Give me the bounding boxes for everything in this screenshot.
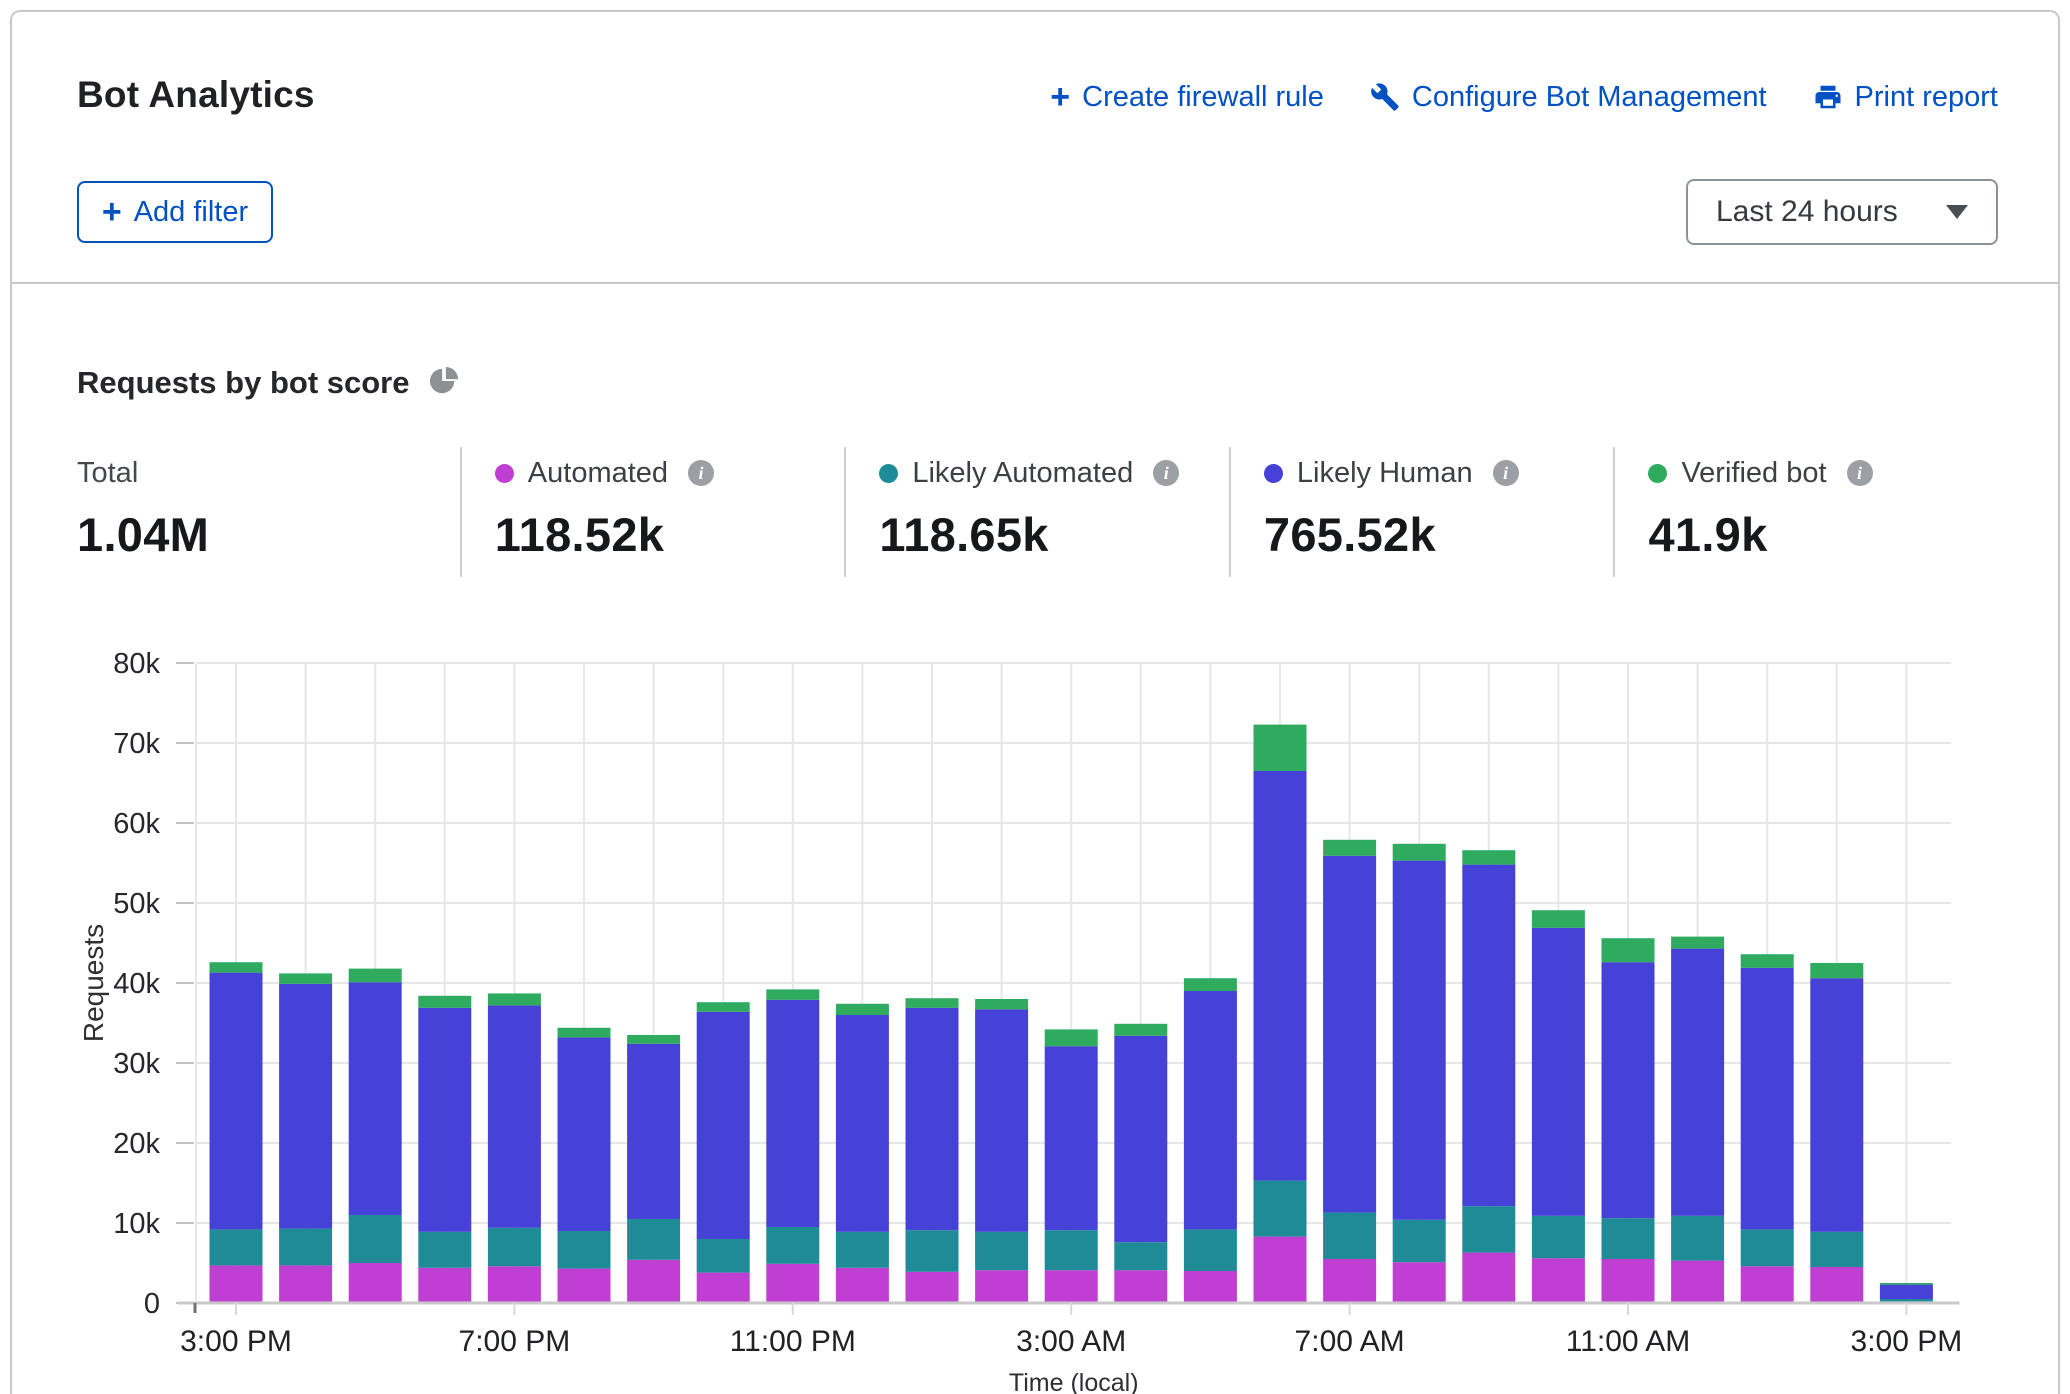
svg-text:10k: 10k <box>113 1208 160 1240</box>
stat-total: Total 1.04M <box>77 447 460 577</box>
print-report-label: Print report <box>1855 81 1998 114</box>
svg-text:70k: 70k <box>113 728 160 760</box>
stat-likely-automated: Likely Automated i 118.65k <box>844 447 1229 577</box>
svg-text:7:00 AM: 7:00 AM <box>1295 1325 1405 1358</box>
stat-likely-human-label: Likely Human <box>1297 457 1473 490</box>
verified-bot-legend-dot <box>1648 464 1667 483</box>
add-filter-button[interactable]: + Add filter <box>77 181 273 243</box>
print-report-link[interactable]: Print report <box>1813 81 1998 114</box>
svg-text:40k: 40k <box>113 968 160 1000</box>
wrench-icon <box>1370 82 1400 112</box>
header-section: Bot Analytics + Create firewall rule Con… <box>12 12 2058 284</box>
likely-automated-legend-dot <box>879 464 898 483</box>
svg-text:20k: 20k <box>113 1128 160 1160</box>
svg-text:3:00 PM: 3:00 PM <box>1851 1325 1963 1358</box>
stat-automated-value: 118.52k <box>495 507 845 562</box>
info-icon[interactable]: i <box>1493 460 1519 486</box>
svg-text:3:00 AM: 3:00 AM <box>1016 1325 1126 1358</box>
create-firewall-rule-label: Create firewall rule <box>1082 81 1324 114</box>
svg-text:80k: 80k <box>113 648 160 680</box>
printer-icon <box>1813 82 1843 112</box>
info-icon[interactable]: i <box>688 460 714 486</box>
plus-icon: + <box>1050 80 1070 114</box>
stat-automated-label: Automated <box>528 457 668 490</box>
stat-likely-human: Likely Human i 765.52k <box>1229 447 1614 577</box>
svg-text:11:00 AM: 11:00 AM <box>1566 1325 1691 1358</box>
requests-by-bot-score-chart[interactable]: 0 10k 20k 30k 40k 50k 60k 70k 80k 3:00 PM 7:00 PM 1… <box>0 620 2070 1394</box>
svg-text:50k: 50k <box>113 888 160 920</box>
stat-verified-bot-label: Verified bot <box>1681 457 1826 490</box>
stat-likely-automated-label: Likely Automated <box>912 457 1133 490</box>
pie-chart-icon <box>429 366 459 401</box>
svg-text:Time (local): Time (local) <box>1009 1369 1139 1394</box>
stat-automated: Automated i 118.52k <box>460 447 845 577</box>
likely-human-legend-dot <box>1264 464 1283 483</box>
svg-text:3:00 PM: 3:00 PM <box>180 1325 292 1358</box>
section-title-row: Requests by bot score <box>77 365 459 401</box>
stat-verified-bot: Verified bot i 41.9k <box>1613 447 1998 577</box>
info-icon[interactable]: i <box>1153 460 1179 486</box>
plus-icon: + <box>102 195 122 229</box>
stat-verified-bot-value: 41.9k <box>1648 507 1998 562</box>
stat-total-value: 1.04M <box>77 507 460 562</box>
header-actions: + Create firewall rule Configure Bot Man… <box>1050 80 1998 114</box>
configure-bot-management-link[interactable]: Configure Bot Management <box>1370 81 1767 114</box>
svg-text:0: 0 <box>144 1288 160 1320</box>
svg-text:Requests: Requests <box>78 924 109 1042</box>
svg-text:60k: 60k <box>113 808 160 840</box>
configure-bot-management-label: Configure Bot Management <box>1412 81 1767 114</box>
info-icon[interactable]: i <box>1847 460 1873 486</box>
add-filter-label: Add filter <box>134 196 248 229</box>
section-title: Requests by bot score <box>77 365 409 401</box>
svg-text:7:00 PM: 7:00 PM <box>459 1325 571 1358</box>
svg-text:11:00 PM: 11:00 PM <box>730 1325 856 1358</box>
automated-legend-dot <box>495 464 514 483</box>
stat-total-label: Total <box>77 457 138 490</box>
page-title: Bot Analytics <box>77 74 315 116</box>
chevron-down-icon <box>1946 205 1968 219</box>
time-range-dropdown[interactable]: Last 24 hours <box>1686 179 1998 245</box>
time-range-value: Last 24 hours <box>1716 195 1934 229</box>
stats-row: Total 1.04M Automated i 118.52k Likely A… <box>77 447 1998 577</box>
svg-text:30k: 30k <box>113 1048 160 1080</box>
stat-likely-automated-value: 118.65k <box>879 507 1229 562</box>
create-firewall-rule-link[interactable]: + Create firewall rule <box>1050 80 1324 114</box>
stat-likely-human-value: 765.52k <box>1264 507 1614 562</box>
